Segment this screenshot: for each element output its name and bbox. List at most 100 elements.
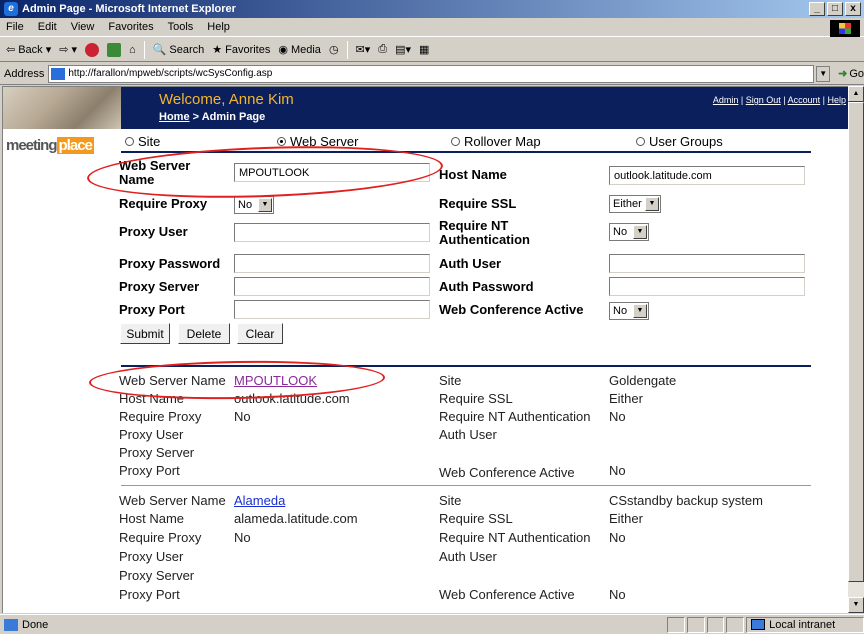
- record2-auth-label: Auth User: [439, 549, 497, 564]
- record2-host-label: Host Name: [119, 511, 185, 526]
- proxy-user-label: Proxy User: [119, 224, 188, 239]
- auth-user-input[interactable]: [609, 254, 805, 273]
- require-proxy-select[interactable]: No ▼: [234, 196, 274, 214]
- page-icon: [51, 67, 66, 80]
- record2-name-link[interactable]: Alameda: [234, 493, 285, 508]
- submit-button[interactable]: Submit: [120, 323, 170, 344]
- print-icon[interactable]: ⎙: [378, 43, 387, 56]
- menu-edit[interactable]: Edit: [38, 21, 57, 33]
- record1-site-label: Site: [439, 373, 462, 388]
- web-conference-active-label: Web Conference Active: [439, 302, 584, 317]
- radio-site[interactable]: Site: [125, 134, 160, 149]
- minimize-button[interactable]: _: [809, 2, 825, 16]
- require-nt-auth-value: No: [613, 226, 628, 238]
- discuss-icon[interactable]: ▦: [419, 43, 429, 56]
- record1-proxy-value: No: [234, 409, 251, 424]
- sign-out-link[interactable]: Sign Out: [746, 95, 781, 105]
- scroll-up-icon[interactable]: ▲: [848, 86, 864, 102]
- menu-tools[interactable]: Tools: [168, 21, 194, 33]
- favorites-button[interactable]: ★ Favorites: [212, 43, 270, 57]
- menu-help[interactable]: Help: [207, 21, 230, 33]
- breadcrumb-home-link[interactable]: Home: [159, 111, 190, 123]
- address-label: Address: [4, 67, 45, 80]
- scroll-down-icon[interactable]: ▼: [848, 597, 864, 613]
- status-cell: [667, 616, 686, 633]
- toolbar-separator: [143, 40, 145, 59]
- scrollbar-thumb[interactable]: [848, 102, 864, 582]
- address-input[interactable]: http://farallon/mpweb/scripts/wcSysConfi…: [48, 64, 815, 83]
- stop-icon[interactable]: [85, 42, 100, 57]
- menu-view[interactable]: View: [71, 21, 95, 33]
- media-icon: ◉: [278, 44, 288, 56]
- zone-label: Local intranet: [769, 618, 836, 631]
- help-link[interactable]: Help: [827, 95, 846, 105]
- proxy-password-input[interactable]: [234, 254, 430, 273]
- record2-site-label: Site: [439, 493, 462, 508]
- record2-proxy-label: Require Proxy: [119, 530, 202, 545]
- chevron-down-icon: ▾: [45, 44, 52, 56]
- proxy-port-input[interactable]: [234, 300, 430, 319]
- delete-button[interactable]: Delete: [178, 323, 230, 344]
- proxy-user-input[interactable]: [234, 223, 430, 242]
- radio-site-label: Site: [138, 133, 161, 149]
- address-dropdown-button[interactable]: ▼: [816, 65, 831, 82]
- record2-wca-value: No: [609, 587, 626, 602]
- history-icon[interactable]: ◷: [329, 43, 339, 56]
- search-icon: 🔍: [152, 44, 167, 56]
- welcome-message: Welcome, Anne Kim: [159, 91, 294, 108]
- windows-logo-icon: [830, 20, 860, 37]
- refresh-icon[interactable]: [107, 42, 122, 57]
- close-button[interactable]: x: [845, 2, 861, 16]
- back-button[interactable]: ⇦ Back ▾: [6, 43, 52, 57]
- security-zone: Local intranet: [746, 616, 864, 633]
- address-url: http://farallon/mpweb/scripts/wcSysConfi…: [68, 68, 273, 79]
- vertical-scrollbar[interactable]: ▲ ▼: [848, 86, 864, 613]
- admin-link[interactable]: Admin: [713, 95, 739, 105]
- proxy-server-input[interactable]: [234, 277, 430, 296]
- require-proxy-value: No: [238, 199, 253, 211]
- edit-icon[interactable]: ▤▾: [395, 43, 411, 56]
- radio-rollover-map-label: Rollover Map: [464, 133, 541, 149]
- address-bar: Address http://farallon/mpweb/scripts/wc…: [0, 63, 864, 85]
- menu-favorites[interactable]: Favorites: [108, 21, 153, 33]
- host-name-label: Host Name: [439, 167, 507, 182]
- meetingplace-logo: meeting place: [6, 137, 94, 154]
- forward-button[interactable]: ⇨ ▾: [59, 43, 77, 56]
- maximize-button[interactable]: □: [827, 2, 843, 16]
- radio-user-groups[interactable]: User Groups: [636, 134, 723, 149]
- host-name-input[interactable]: outlook.latitude.com: [609, 166, 805, 185]
- home-icon[interactable]: ⌂: [129, 44, 136, 56]
- header-photo: [3, 87, 121, 129]
- require-nt-auth-select[interactable]: No ▼: [609, 223, 649, 241]
- proxy-password-label: Proxy Password: [119, 256, 221, 271]
- status-cell: [706, 616, 725, 633]
- radio-user-groups-label: User Groups: [649, 133, 723, 149]
- clear-button[interactable]: Clear: [237, 323, 283, 344]
- radio-rollover-map[interactable]: Rollover Map: [451, 134, 541, 149]
- proxy-server-label: Proxy Server: [119, 279, 200, 294]
- auth-password-input[interactable]: [609, 277, 805, 296]
- require-proxy-label: Require Proxy: [119, 196, 208, 211]
- chevron-down-icon: ▼: [645, 197, 659, 211]
- breadcrumb-separator: >: [189, 111, 202, 123]
- go-button[interactable]: ➜ Go: [838, 67, 864, 81]
- radio-button-selected-icon: [277, 136, 286, 146]
- ie-icon: e: [4, 2, 18, 16]
- record2-ssl-label: Require SSL: [439, 511, 513, 526]
- radio-button-icon: [451, 136, 460, 146]
- menu-file[interactable]: File: [6, 21, 24, 33]
- title-bar: e Admin Page - Microsoft Internet Explor…: [0, 0, 864, 18]
- require-ssl-select[interactable]: Either ▼: [609, 195, 661, 213]
- search-button[interactable]: 🔍 Search: [152, 43, 205, 57]
- mail-icon[interactable]: ✉▾: [356, 43, 371, 56]
- window-title: Admin Page - Microsoft Internet Explorer: [22, 3, 236, 15]
- web-conference-active-select[interactable]: No ▼: [609, 302, 649, 320]
- back-arrow-icon: ⇦: [6, 44, 16, 56]
- record1-nt-value: No: [609, 409, 626, 424]
- chevron-down-icon: ▼: [633, 225, 647, 239]
- record1-ssl-label: Require SSL: [439, 391, 513, 406]
- record1-wca-value: No: [609, 463, 626, 478]
- require-ssl-value: Either: [613, 198, 642, 210]
- media-button[interactable]: ◉ Media: [278, 43, 321, 57]
- account-link[interactable]: Account: [788, 95, 821, 105]
